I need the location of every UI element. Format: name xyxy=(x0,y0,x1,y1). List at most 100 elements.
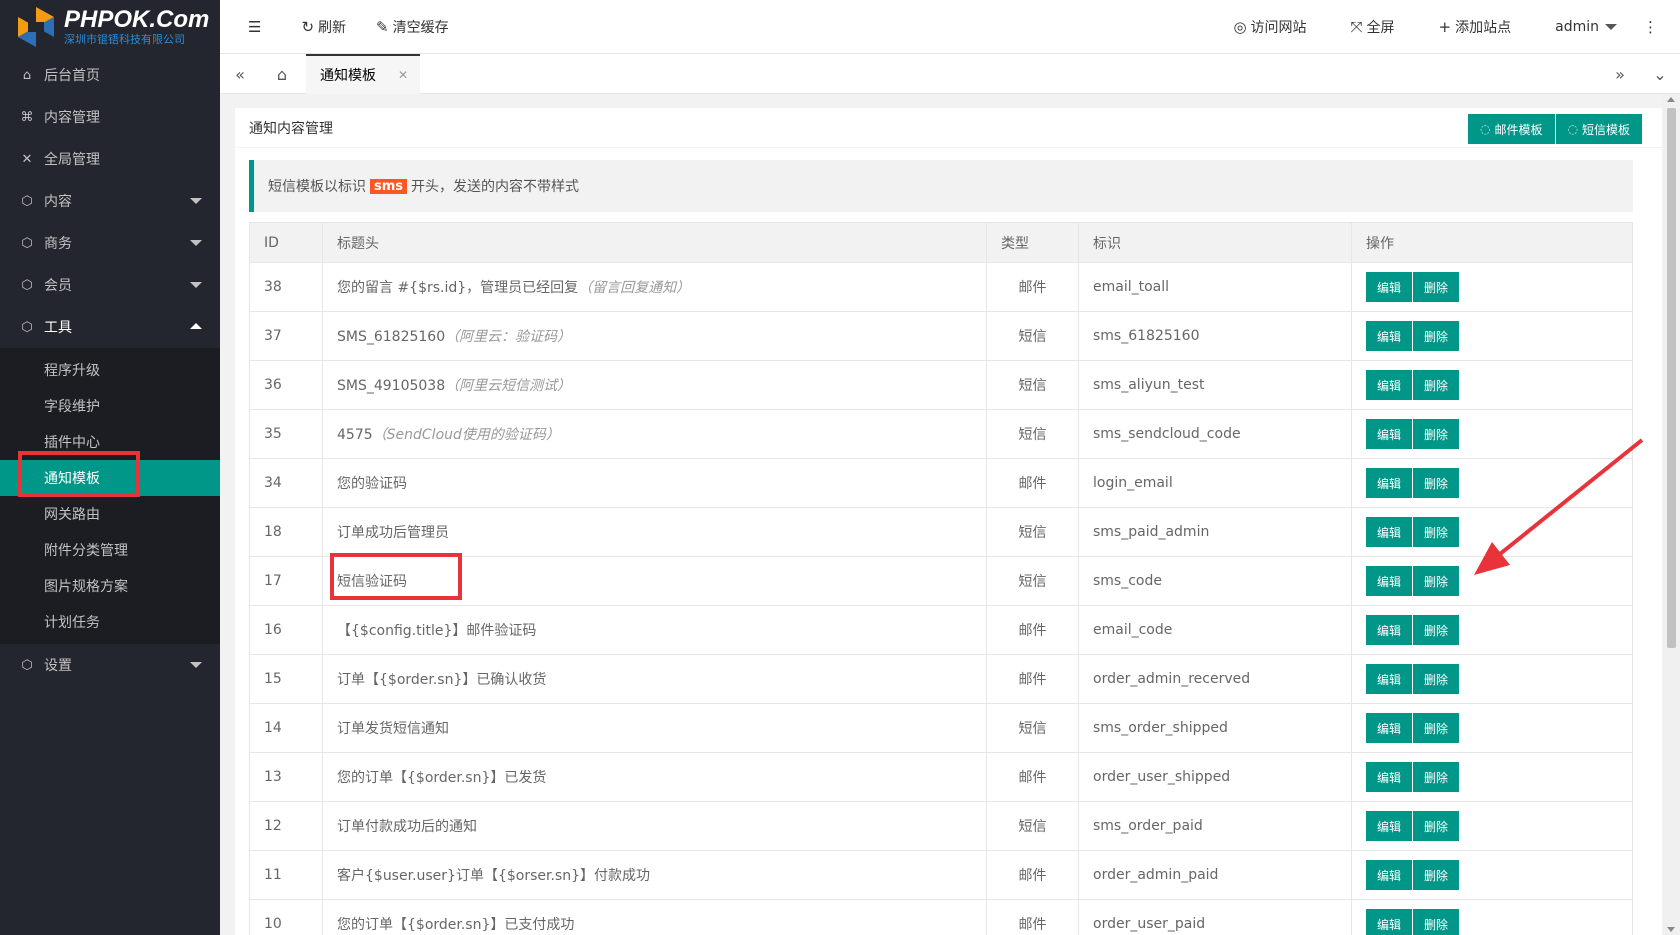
scroll-thumb[interactable] xyxy=(1667,108,1676,648)
cell-id: 16 xyxy=(249,605,323,655)
logo[interactable]: PHPOK.Com 深圳市锟铻科技有限公司 xyxy=(0,0,220,54)
edit-button[interactable]: 编辑 xyxy=(1366,811,1413,841)
submenu-item-image-spec[interactable]: 图片规格方案 xyxy=(0,568,220,604)
more-menu-button[interactable]: ⋮ xyxy=(1643,18,1662,36)
edit-button[interactable]: 编辑 xyxy=(1366,468,1413,498)
delete-button[interactable]: 删除 xyxy=(1412,762,1460,792)
sidebar-item-member[interactable]: ⬡ 会员 xyxy=(0,264,220,306)
email-template-button[interactable]: ◌ 邮件模板 xyxy=(1468,114,1556,144)
sidebar-item-content-manage[interactable]: ⌘ 内容管理 xyxy=(0,96,220,138)
tab-scroll-left-button[interactable]: « xyxy=(220,54,260,94)
brand-subtitle: 深圳市锟铻科技有限公司 xyxy=(64,33,185,46)
delete-button[interactable]: 删除 xyxy=(1412,419,1460,449)
sidebar-item-business[interactable]: ⬡ 商务 xyxy=(0,222,220,264)
sidebar-toggle-button[interactable]: ☰ xyxy=(248,18,265,36)
scroll-up-icon[interactable] xyxy=(1667,97,1675,102)
edit-button[interactable]: 编辑 xyxy=(1366,370,1413,400)
sidebar-nav: ⌂ 后台首页 ⌘ 内容管理 ✕ 全局管理 ⬡ 内容 ⬡ 商务 ⬡ 会员 ⬡ 工具 xyxy=(0,54,220,348)
close-icon[interactable]: ✕ xyxy=(398,68,408,82)
edit-button[interactable]: 编辑 xyxy=(1366,909,1413,935)
tab-menu-button[interactable]: ⌄ xyxy=(1640,54,1680,94)
delete-button[interactable]: 删除 xyxy=(1412,909,1460,935)
sms-template-label: 短信模板 xyxy=(1581,122,1630,137)
edit-button[interactable]: 编辑 xyxy=(1366,713,1413,743)
cell-code: order_user_paid xyxy=(1078,899,1352,935)
cell-title: SMS_49105038（阿里云短信测试） xyxy=(322,360,987,410)
clear-cache-button[interactable]: ✎ 清空缓存 xyxy=(376,17,449,37)
delete-button[interactable]: 删除 xyxy=(1412,713,1460,743)
tab-home-button[interactable]: ⌂ xyxy=(262,54,302,94)
cell-id: 14 xyxy=(249,703,323,753)
cell-title: 【{$config.title}】邮件验证码 xyxy=(322,605,987,655)
edit-button[interactable]: 编辑 xyxy=(1366,860,1413,890)
cell-type: 邮件 xyxy=(986,899,1079,935)
cell-id: 35 xyxy=(249,409,323,459)
cube-icon: ⬡ xyxy=(21,319,33,335)
edit-button[interactable]: 编辑 xyxy=(1366,517,1413,547)
cell-type: 邮件 xyxy=(986,262,1079,312)
table-header-row: ID 标题头 类型 标识 操作 xyxy=(249,222,1633,263)
user-menu[interactable]: admin xyxy=(1555,19,1617,35)
cell-code: sms_61825160 xyxy=(1078,311,1352,361)
submenu-item-upgrade[interactable]: 程序升级 xyxy=(0,352,220,388)
delete-button[interactable]: 删除 xyxy=(1412,321,1460,351)
sms-template-button[interactable]: ◌ 短信模板 xyxy=(1555,114,1642,144)
home-icon: ⌂ xyxy=(276,64,288,84)
tab-notice-template[interactable]: 通知模板 ✕ xyxy=(306,54,420,94)
delete-button[interactable]: 删除 xyxy=(1412,370,1460,400)
cell-code: order_user_shipped xyxy=(1078,752,1352,802)
row-title: SMS_61825160 xyxy=(337,329,446,345)
delete-button[interactable]: 删除 xyxy=(1412,860,1460,890)
cell-id: 38 xyxy=(249,262,323,312)
sidebar-item-home[interactable]: ⌂ 后台首页 xyxy=(0,54,220,96)
row-title: 订单成功后管理员 xyxy=(337,525,449,541)
edit-button[interactable]: 编辑 xyxy=(1366,664,1413,694)
page-scrollbar[interactable] xyxy=(1663,94,1680,935)
edit-button[interactable]: 编辑 xyxy=(1366,762,1413,792)
sidebar-item-settings[interactable]: ⬡ 设置 xyxy=(0,644,220,686)
visit-site-button[interactable]: ◎ 访问网站 xyxy=(1233,17,1306,37)
edit-button[interactable]: 编辑 xyxy=(1366,419,1413,449)
row-title: 订单【{$order.sn}】已确认收货 xyxy=(337,672,547,688)
delete-button[interactable]: 删除 xyxy=(1412,468,1460,498)
edit-button[interactable]: 编辑 xyxy=(1366,566,1413,596)
cell-type: 短信 xyxy=(986,360,1079,410)
submenu-item-fields[interactable]: 字段维护 xyxy=(0,388,220,424)
submenu-item-cron[interactable]: 计划任务 xyxy=(0,604,220,640)
tab-scroll-right-button[interactable]: » xyxy=(1600,54,1640,94)
delete-button[interactable]: 删除 xyxy=(1412,272,1460,302)
cell-code: sms_aliyun_test xyxy=(1078,360,1352,410)
sidebar-item-global[interactable]: ✕ 全局管理 xyxy=(0,138,220,180)
fullscreen-button[interactable]: ⤧ 全屏 xyxy=(1351,17,1395,37)
delete-button[interactable]: 删除 xyxy=(1412,664,1460,694)
refresh-button[interactable]: ↻ 刷新 xyxy=(301,17,346,37)
scroll-down-icon[interactable] xyxy=(1667,927,1675,932)
submenu-item-gateway[interactable]: 网关路由 xyxy=(0,496,220,532)
cell-id: 18 xyxy=(249,507,323,557)
more-vertical-icon: ⋮ xyxy=(1643,18,1658,36)
cell-actions: 编辑 删除 xyxy=(1351,605,1633,655)
sidebar-item-label: 设置 xyxy=(44,658,72,674)
column-header: ID xyxy=(249,222,323,263)
sidebar-item-content[interactable]: ⬡ 内容 xyxy=(0,180,220,222)
row-title: 您的留言 #{$rs.id}，管理员已经回复 xyxy=(337,280,579,296)
delete-button[interactable]: 删除 xyxy=(1412,811,1460,841)
table-row: 18 订单成功后管理员 短信 sms_paid_admin 编辑 删除 xyxy=(249,507,1633,557)
clear-cache-label: 清空缓存 xyxy=(392,19,449,36)
edit-button[interactable]: 编辑 xyxy=(1366,272,1413,302)
brand-title: PHPOK.Com xyxy=(64,6,210,33)
cell-id: 11 xyxy=(249,850,323,900)
refresh-icon: ↻ xyxy=(301,17,315,36)
table-row: 13 您的订单【{$order.sn}】已发货 邮件 order_user_shipp… xyxy=(249,752,1633,802)
delete-button[interactable]: 删除 xyxy=(1412,615,1460,645)
sidebar-item-tools[interactable]: ⬡ 工具 xyxy=(0,306,220,348)
cell-code: sms_order_shipped xyxy=(1078,703,1352,753)
submenu-item-attachment-category[interactable]: 附件分类管理 xyxy=(0,532,220,568)
edit-button[interactable]: 编辑 xyxy=(1366,615,1413,645)
main-card: 通知内容管理 ◌ 邮件模板 ◌ 短信模板 短信模板以标识 sms 开头，发送的内… xyxy=(235,108,1662,935)
add-site-button[interactable]: + 添加站点 xyxy=(1439,17,1512,37)
edit-button[interactable]: 编辑 xyxy=(1366,321,1413,351)
delete-button[interactable]: 删除 xyxy=(1412,566,1460,596)
delete-button[interactable]: 删除 xyxy=(1412,517,1460,547)
chevron-up-icon xyxy=(190,323,202,329)
